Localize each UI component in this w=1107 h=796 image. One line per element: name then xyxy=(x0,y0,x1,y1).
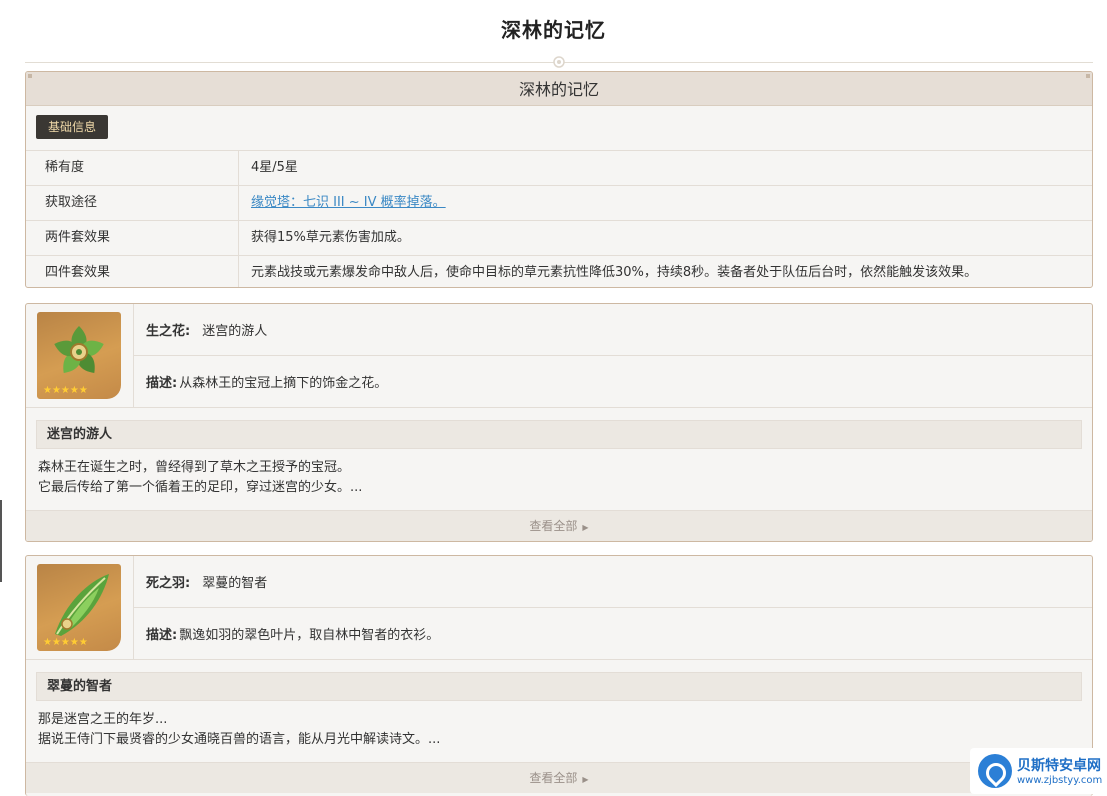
story-line: 据说王侍门下最贤睿的少女通晓百兽的语言，能从月光中解读诗文。... xyxy=(38,732,441,747)
desc-label: 描述: xyxy=(146,628,178,643)
info-row-2pc: 两件套效果 获得15%草元素伤害加成。 xyxy=(26,221,1092,256)
page-title: 深林的记忆 xyxy=(501,18,606,42)
story-text: 那是迷宫之王的年岁... 据说王侍门下最贤睿的少女通晓百兽的语言，能从月光中解读… xyxy=(26,701,1092,762)
info-key: 稀有度 xyxy=(26,151,239,185)
artifact-name: 迷宫的游人 xyxy=(202,324,268,339)
info-key: 获取途径 xyxy=(26,186,239,220)
artifact-desc: 从森林王的宝冠上摘下的饰金之花。 xyxy=(179,376,388,391)
info-row-rarity: 稀有度 4星/5星 xyxy=(26,151,1092,186)
info-header-title: 深林的记忆 xyxy=(518,80,599,99)
flower-of-life-icon: ★★★★★ xyxy=(37,312,121,399)
story-line: 它最后传给了第一个循着王的足印，穿过迷宫的少女。... xyxy=(38,480,363,495)
slot-label: 死之羽: xyxy=(146,576,191,591)
caret-right-icon: ▶ xyxy=(582,775,589,784)
info-value: 获得15%草元素伤害加成。 xyxy=(251,230,410,245)
info-row-source: 获取途径 缘觉塔：七识 III ~ IV 概率掉落。 xyxy=(26,186,1092,221)
watermark-url: www.zjbstyy.com xyxy=(1017,775,1103,786)
story-title: 迷宫的游人 xyxy=(36,420,1082,449)
desc-label: 描述: xyxy=(146,376,178,391)
artifact-name-row: 死之羽: 翠蔓的智者 xyxy=(134,556,1092,607)
story-line: 那是迷宫之王的年岁... xyxy=(38,712,168,727)
rarity-stars: ★★★★★ xyxy=(43,385,88,396)
artifact-name: 翠蔓的智者 xyxy=(202,576,268,591)
info-key: 两件套效果 xyxy=(26,221,239,255)
divider-ornament-icon xyxy=(553,56,565,68)
info-header: 深林的记忆 xyxy=(26,72,1092,106)
basic-info-panel: 深林的记忆 基础信息 稀有度 4星/5星 获取途径 缘觉塔：七识 III ~ I… xyxy=(25,71,1093,288)
story-title: 翠蔓的智者 xyxy=(36,672,1082,701)
view-all-label: 查看全部 xyxy=(529,519,578,533)
rarity-stars: ★★★★★ xyxy=(43,637,88,648)
scroll-edge-mark xyxy=(0,500,2,582)
info-value: 元素战技或元素爆发命中敌人后，使命中目标的草元素抗性降低30%，持续8秒。装备者… xyxy=(251,265,978,280)
artifact-desc-row: 描述: 从森林王的宝冠上摘下的饰金之花。 xyxy=(134,355,1092,407)
plume-of-death-icon: ★★★★★ xyxy=(37,564,121,651)
artifact-card-plume: ★★★★★ 死之羽: 翠蔓的智者 描述: 飘逸如羽的翠色叶片，取自林中智者的衣衫… xyxy=(25,555,1093,796)
basic-info-tab[interactable]: 基础信息 xyxy=(36,115,109,139)
title-divider xyxy=(25,55,1093,69)
view-all-label: 查看全部 xyxy=(529,771,578,785)
story-line: 森林王在诞生之时，曾经得到了草木之王授予的宝冠。 xyxy=(38,460,351,475)
artifact-card-flower: ★★★★★ 生之花: 迷宫的游人 描述: 从森林王的宝冠上摘下的饰金之花。 迷宫… xyxy=(25,303,1093,542)
watermark-title: 贝斯特安卓网 xyxy=(1017,758,1101,774)
site-watermark: 贝斯特安卓网 www.zjbstyy.com xyxy=(970,748,1106,794)
view-all-button[interactable]: 查看全部 ▶ xyxy=(26,510,1092,541)
caret-right-icon: ▶ xyxy=(582,523,589,532)
source-link[interactable]: 缘觉塔：七识 III ~ IV 概率掉落。 xyxy=(251,195,446,210)
watermark-logo-icon xyxy=(978,754,1012,788)
artifact-name-row: 生之花: 迷宫的游人 xyxy=(134,304,1092,355)
artifact-desc: 飘逸如羽的翠色叶片，取自林中智者的衣衫。 xyxy=(179,628,440,643)
slot-label: 生之花: xyxy=(146,324,191,339)
info-value: 4星/5星 xyxy=(251,160,298,175)
story-text: 森林王在诞生之时，曾经得到了草木之王授予的宝冠。 它最后传给了第一个循着王的足印… xyxy=(26,449,1092,510)
artifact-desc-row: 描述: 飘逸如羽的翠色叶片，取自林中智者的衣衫。 xyxy=(134,607,1092,659)
view-all-button[interactable]: 查看全部 ▶ xyxy=(26,762,1092,793)
info-row-4pc: 四件套效果 元素战技或元素爆发命中敌人后，使命中目标的草元素抗性降低30%，持续… xyxy=(26,256,1092,287)
info-key: 四件套效果 xyxy=(26,256,239,287)
